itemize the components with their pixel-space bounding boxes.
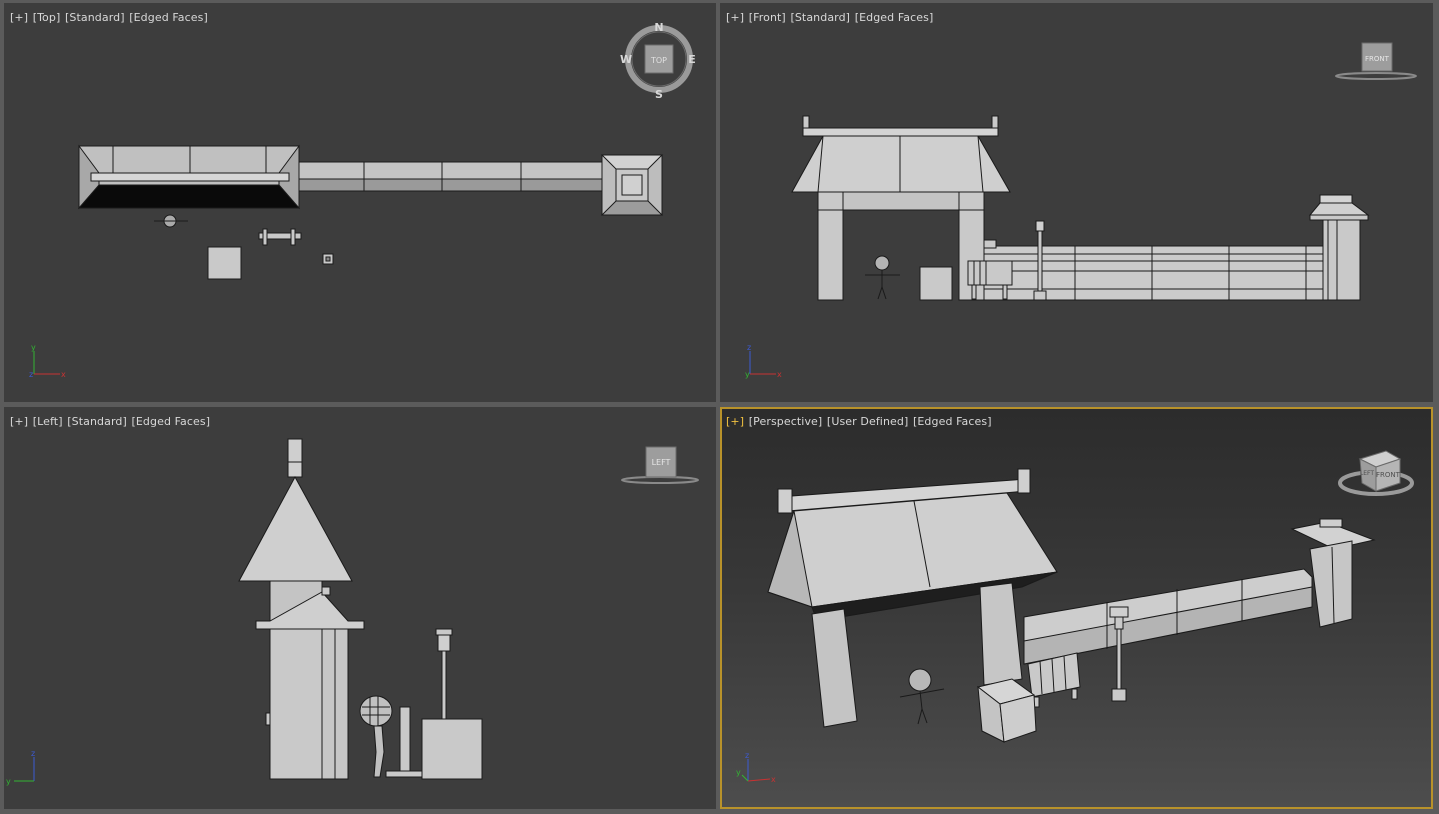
axis-y-label: y <box>736 768 741 777</box>
front-scene[interactable] <box>720 3 1433 402</box>
perspective-scene[interactable] <box>722 409 1431 807</box>
axis-tripod-top: y x z <box>24 341 74 385</box>
left-scene[interactable] <box>4 407 716 809</box>
viewcube-top[interactable]: TOP N S E W <box>620 21 700 103</box>
character-persp <box>908 668 932 692</box>
gate-finial-side <box>287 438 303 478</box>
viewcube-left[interactable]: LEFT <box>618 445 702 489</box>
axis-x-label: x <box>771 775 776 784</box>
viewcube-face-label: TOP <box>650 56 667 65</box>
axis-z-label: z <box>747 343 751 352</box>
box-front <box>919 266 953 301</box>
character-side <box>359 695 393 727</box>
viewport-front[interactable]: [+] [Front] [Standard] [Edged Faces] FRO… <box>720 3 1433 402</box>
viewport-left[interactable]: [+] [Left] [Standard] [Edged Faces] LEFT… <box>4 407 716 809</box>
viewcube-face-label: LEFT <box>652 458 671 467</box>
lamp-front <box>1035 220 1045 232</box>
lamp-side <box>435 628 453 636</box>
axis-tripod-perspective: z x y <box>734 749 784 793</box>
pillar-persp <box>1309 540 1353 628</box>
box-top <box>207 246 242 280</box>
viewcube-face-label: FRONT <box>1376 471 1401 479</box>
viewcube-perspective[interactable]: FRONT LEFT <box>1334 443 1418 499</box>
axis-y-label: y <box>745 370 750 379</box>
axis-y-label: y <box>31 343 36 352</box>
compass-w: W <box>620 53 632 66</box>
viewcube-front[interactable]: FRONT <box>1334 41 1418 85</box>
compass-s: S <box>655 88 663 101</box>
viewcube-face-label: FRONT <box>1365 55 1390 63</box>
gate-roof-side <box>238 475 353 582</box>
compass-e: E <box>688 53 696 66</box>
lamp-persp <box>1109 606 1129 618</box>
axis-z-label: z <box>31 749 35 758</box>
viewport-perspective[interactable]: [+] [Perspective] [User Defined] [Edged … <box>720 407 1433 809</box>
bench-side <box>399 706 411 772</box>
viewport-top[interactable]: [+] [Top] [Standard] [Edged Faces] TOP N… <box>4 3 716 402</box>
axis-y-label: y <box>6 777 11 786</box>
gate-roof-shadow <box>77 184 301 209</box>
axis-z-label: z <box>745 751 749 760</box>
box-side <box>421 718 483 780</box>
pillar-front <box>1322 219 1361 301</box>
gate-roof-persp <box>767 492 1058 608</box>
gate-post-side <box>269 620 323 780</box>
bench-front <box>967 260 1013 286</box>
viewcube-side-label: LEFT <box>1360 470 1374 477</box>
axis-x-label: x <box>777 370 782 379</box>
gate-post-left <box>817 191 844 301</box>
axis-tripod-front: z x y <box>740 341 790 385</box>
axis-z-label: z <box>29 370 33 379</box>
top-scene[interactable] <box>4 3 716 402</box>
axis-x-label: x <box>61 370 66 379</box>
gate-post-left-persp <box>811 608 858 728</box>
axis-tripod-left: z y <box>6 747 56 791</box>
pillar-cap <box>1319 194 1353 204</box>
gate-post-right-persp <box>979 582 1023 686</box>
character-front <box>874 255 890 271</box>
compass-n: N <box>654 23 663 34</box>
gate-roof-front <box>791 135 1011 193</box>
